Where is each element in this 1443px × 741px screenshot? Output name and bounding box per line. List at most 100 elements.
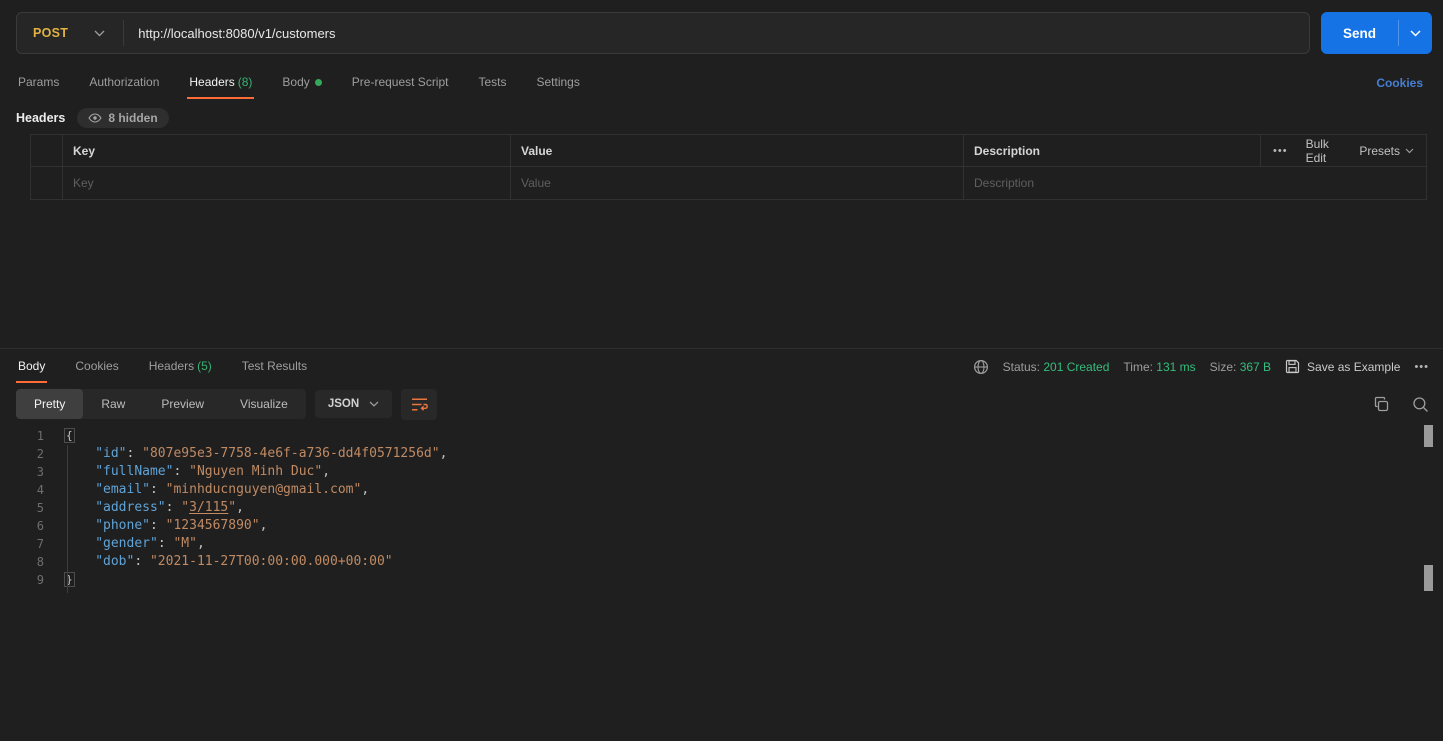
save-icon — [1285, 359, 1300, 374]
method-selector[interactable]: POST — [17, 26, 123, 40]
presets-dropdown[interactable]: Presets — [1359, 144, 1414, 158]
scrollbar-thumb[interactable] — [1424, 425, 1433, 447]
view-visualize[interactable]: Visualize — [222, 389, 306, 419]
hidden-headers-label: 8 hidden — [108, 111, 158, 125]
format-dropdown[interactable]: JSON — [314, 390, 393, 418]
code-line: 9} — [0, 571, 1443, 589]
line-number: 2 — [36, 447, 44, 461]
code-token-key: "dob" — [95, 554, 135, 569]
view-switcher: Pretty Raw Preview Visualize — [16, 389, 306, 419]
code-token-str: "807e95e3-7758-4e6f-a736-dd4f0571256d" — [142, 446, 440, 461]
code-token-str: " — [181, 500, 190, 515]
response-tab-body[interactable]: Body — [16, 350, 48, 384]
response-meta: Status: 201 Created Time: 131 ms Size: 3… — [973, 359, 1429, 375]
code-token-key: "fullName" — [95, 464, 174, 479]
globe-icon[interactable] — [973, 359, 989, 375]
code-token-link[interactable]: 3/115 — [189, 500, 228, 515]
code-token-punc: , — [196, 536, 205, 551]
scrollbar-thumb[interactable] — [1424, 565, 1433, 591]
response-tab-headers[interactable]: Headers (5) — [147, 350, 214, 384]
tab-pre-request-script[interactable]: Pre-request Script — [350, 66, 451, 100]
wrap-text-button[interactable] — [401, 388, 438, 420]
header-table-actions: ••• Bulk Edit Presets — [1261, 135, 1426, 166]
description-input[interactable] — [974, 176, 1416, 190]
line-number: 1 — [36, 429, 44, 443]
tab-settings[interactable]: Settings — [535, 66, 582, 100]
code-token-key: "phone" — [95, 518, 150, 533]
code-token-key: "email" — [95, 482, 150, 497]
view-raw[interactable]: Raw — [83, 389, 143, 419]
code-token-key: "gender" — [95, 536, 158, 551]
response-more-actions-icon[interactable]: ••• — [1414, 361, 1429, 373]
time-badge[interactable]: Time: 131 ms — [1123, 360, 1195, 374]
url-box: POST — [16, 12, 1310, 54]
more-actions-icon[interactable]: ••• — [1273, 145, 1288, 157]
value-input[interactable] — [521, 176, 953, 190]
code-token-key: "id" — [95, 446, 127, 461]
code-token-str: "2021-11-27T00:00:00.000+00:00" — [149, 554, 393, 569]
code-line: 6 "phone": "1234567890", — [0, 517, 1443, 535]
status-badge[interactable]: Status: 201 Created — [1003, 360, 1110, 374]
code-token-punc: , — [259, 518, 268, 533]
code-token-str: "Nguyen Minh Duc" — [189, 464, 323, 479]
code-line: 7 "gender": "M", — [0, 535, 1443, 553]
search-icon[interactable] — [1412, 396, 1429, 413]
save-as-example-button[interactable]: Save as Example — [1285, 359, 1400, 374]
body-filled-dot — [314, 79, 322, 87]
code-token-str: "1234567890" — [165, 518, 260, 533]
code-token-punc: , — [439, 446, 448, 461]
tab-body[interactable]: Body — [280, 66, 323, 100]
view-preview[interactable]: Preview — [143, 389, 222, 419]
code-token-str: "minhducnguyen@gmail.com" — [165, 482, 362, 497]
tab-headers[interactable]: Headers (8) — [187, 66, 255, 100]
response-headers-count: (5) — [197, 358, 212, 373]
response-tab-cookies[interactable]: Cookies — [73, 350, 120, 384]
code-line: 3 "fullName": "Nguyen Minh Duc", — [0, 463, 1443, 481]
headers-table-empty-row — [31, 167, 1426, 199]
headers-section-bar: Headers 8 hidden — [0, 100, 1443, 134]
code-line: 2 "id": "807e95e3-7758-4e6f-a736-dd4f0571… — [0, 445, 1443, 463]
code-token-punc: : — [157, 536, 174, 551]
response-toolbar: Pretty Raw Preview Visualize JSON — [0, 384, 1443, 424]
line-number: 7 — [36, 537, 44, 551]
line-number: 6 — [36, 519, 44, 533]
headers-table-header-row: Key Value Description ••• Bulk Edit Pres… — [31, 135, 1426, 167]
code-token-key: "address" — [95, 500, 166, 515]
row-select-cell[interactable] — [31, 167, 63, 199]
line-number: 4 — [36, 483, 44, 497]
line-number: 9 — [36, 573, 44, 587]
copy-icon[interactable] — [1373, 396, 1390, 413]
key-input[interactable] — [73, 176, 500, 190]
cookies-link[interactable]: Cookies — [1376, 76, 1423, 90]
view-pretty[interactable]: Pretty — [16, 389, 84, 419]
size-badge[interactable]: Size: 367 B — [1210, 360, 1271, 374]
hidden-headers-toggle[interactable]: 8 hidden — [77, 108, 169, 128]
code-token-punc: : — [165, 500, 182, 515]
tab-authorization[interactable]: Authorization — [87, 66, 161, 100]
code-token-punc: : — [173, 464, 190, 479]
response-body-code[interactable]: 1{2 "id": "807e95e3-7758-4e6f-a736-dd4f05… — [0, 424, 1443, 593]
code-token-str: "M" — [173, 536, 197, 551]
code-token-punc: , — [361, 482, 370, 497]
headers-table: Key Value Description ••• Bulk Edit Pres… — [30, 134, 1427, 200]
method-label: POST — [33, 26, 69, 40]
code-token-punc: : — [134, 554, 150, 569]
code-token-punc: : — [149, 482, 166, 497]
send-button[interactable]: Send — [1320, 12, 1432, 54]
select-all-cell[interactable] — [31, 135, 63, 166]
column-header-description: Description — [964, 135, 1261, 166]
column-header-key: Key — [63, 135, 511, 166]
tab-params[interactable]: Params — [16, 66, 61, 100]
line-number: 3 — [36, 465, 44, 479]
bulk-edit-button[interactable]: Bulk Edit — [1306, 137, 1342, 165]
response-panel: Body Cookies Headers (5) Test Results Sta… — [0, 348, 1443, 741]
line-number: 5 — [36, 501, 44, 515]
send-button-label[interactable]: Send — [1321, 12, 1398, 54]
code-line: 4 "email": "minhducnguyen@gmail.com", — [0, 481, 1443, 499]
line-number: 8 — [36, 555, 44, 569]
send-options-button[interactable] — [1399, 12, 1432, 54]
eye-icon — [88, 113, 103, 123]
url-input[interactable] — [124, 25, 1309, 41]
tab-tests[interactable]: Tests — [476, 66, 508, 100]
response-tab-test-results[interactable]: Test Results — [240, 350, 309, 384]
